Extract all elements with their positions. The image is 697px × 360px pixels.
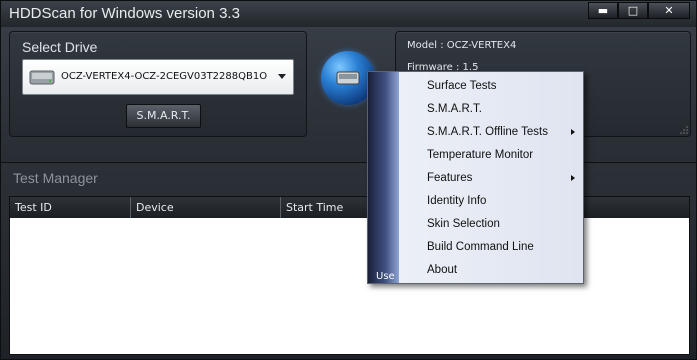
menu-item-surface-tests[interactable]: Surface Tests — [399, 75, 583, 98]
select-drive-label: Select Drive — [22, 39, 98, 55]
drive-dropdown[interactable]: OCZ-VERTEX4-OCZ-2CEGV03T2288QB1O — [22, 59, 294, 95]
menu-item-about[interactable]: About — [399, 259, 583, 282]
menu-item-label: Temperature Monitor — [427, 149, 534, 161]
window-controls: ▬ □ ✕ — [588, 2, 690, 19]
menu-item-label: Identity Info — [427, 195, 487, 207]
menu-item-label: Skin Selection — [427, 218, 500, 230]
title-bar[interactable]: HDDScan for Windows version 3.3 ▬ □ ✕ — [1, 1, 696, 27]
model-text: Model : OCZ-VERTEX4 — [407, 40, 517, 51]
chevron-right-icon — [571, 175, 575, 181]
test-manager-title: Test Manager — [13, 170, 98, 186]
menu-item-build-command-line[interactable]: Build Command Line — [399, 236, 583, 259]
drive-glyph-icon — [336, 71, 360, 85]
maximize-button[interactable]: □ — [618, 2, 648, 19]
hard-drive-icon — [29, 70, 55, 85]
test-manager-table[interactable]: Test ID Device Start Time — [9, 196, 690, 355]
menu-item-label: Surface Tests — [427, 80, 497, 92]
menu-item-label: Build Command Line — [427, 241, 534, 253]
column-device[interactable]: Device — [131, 197, 281, 218]
menu-item-temperature-monitor[interactable]: Temperature Monitor — [399, 144, 583, 167]
resize-grip-icon[interactable] — [680, 126, 688, 134]
select-drive-panel: Select Drive OCZ-VERTEX4-OCZ-2CEGV03T228… — [9, 31, 307, 137]
chevron-right-icon — [571, 129, 575, 135]
smart-button[interactable]: S.M.A.R.T. — [126, 104, 201, 128]
menu-item-smart[interactable]: S.M.A.R.T. — [399, 98, 583, 121]
main-window: HDDScan for Windows version 3.3 ▬ □ ✕ Se… — [0, 0, 697, 360]
context-menu: Use Surface Tests S.M.A.R.T. S.M.A.R.T. … — [367, 71, 584, 284]
close-button[interactable]: ✕ — [648, 2, 690, 19]
table-header: Test ID Device Start Time — [10, 197, 689, 218]
menu-item-features[interactable]: Features — [399, 167, 583, 190]
selected-drive-text: OCZ-VERTEX4-OCZ-2CEGV03T2288QB1O — [61, 71, 268, 82]
test-manager-panel: Test Manager Test ID Device Start Time — [1, 162, 696, 359]
chevron-down-icon[interactable] — [278, 74, 286, 79]
menu-strip-text: Use — [376, 271, 395, 282]
minimize-button[interactable]: ▬ — [588, 2, 618, 19]
menu-side-strip: Use — [368, 72, 399, 283]
column-test-id[interactable]: Test ID — [10, 197, 131, 218]
menu-item-label: S.M.A.R.T. — [427, 103, 482, 115]
menu-item-label: About — [427, 264, 458, 276]
window-title: HDDScan for Windows version 3.3 — [9, 5, 240, 22]
menu-item-skin-selection[interactable]: Skin Selection — [399, 213, 583, 236]
menu-item-label: S.M.A.R.T. Offline Tests — [427, 126, 549, 138]
menu-item-identity-info[interactable]: Identity Info — [399, 190, 583, 213]
menu-item-label: Features — [427, 172, 473, 184]
menu-item-smart-offline-tests[interactable]: S.M.A.R.T. Offline Tests — [399, 121, 583, 144]
